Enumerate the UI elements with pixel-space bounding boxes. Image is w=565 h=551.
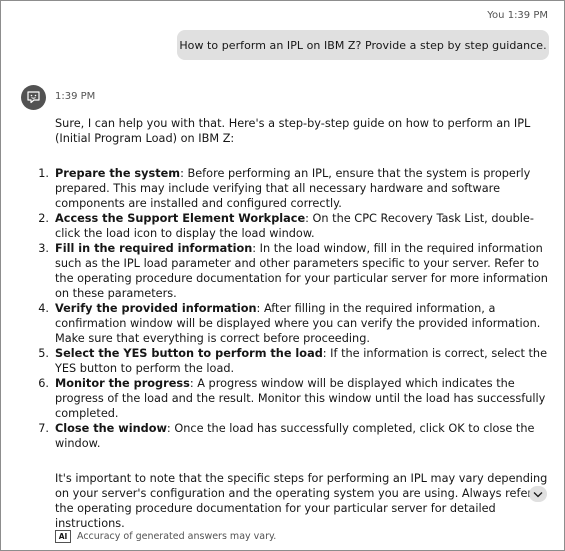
step-item: 6. Monitor the progress: A progress windo… [38, 376, 553, 421]
bot-message-time: 1:39 PM [55, 91, 96, 102]
step-item: 1. Prepare the system: Before performing … [38, 166, 553, 211]
disclaimer-text: Accuracy of generated answers may vary. [77, 531, 277, 542]
step-number: 7. [38, 422, 49, 435]
step-number: 4. [38, 302, 49, 315]
step-item: 5. Select the YES button to perform the l… [38, 346, 553, 376]
user-sender: You [487, 10, 505, 21]
step-number: 3. [38, 242, 49, 255]
step-item: 7. Close the window: Once the load has su… [38, 421, 553, 451]
answer-closing: It's important to note that the specific… [55, 472, 548, 530]
user-message-text: How to perform an IPL on IBM Z? Provide … [179, 38, 547, 52]
answer-intro: Sure, I can help you with that. Here's a… [55, 117, 531, 145]
user-message-meta: You 1:39 PM [487, 10, 548, 21]
disclaimer: AI Accuracy of generated answers may var… [55, 530, 276, 543]
step-item: 4. Verify the provided information: After… [38, 301, 553, 346]
step-number: 1. [38, 167, 49, 180]
scroll-down-button[interactable] [529, 486, 547, 502]
step-item: 2. Access the Support Element Workplace: … [38, 211, 553, 241]
step-title: Fill in the required information [55, 242, 253, 255]
step-title: Select the YES button to perform the loa… [55, 347, 323, 360]
step-number: 2. [38, 212, 49, 225]
steps-list: 1. Prepare the system: Before performing … [38, 166, 553, 451]
user-message-time: 1:39 PM [507, 10, 548, 21]
step-title: Prepare the system [55, 167, 181, 180]
step-title: Verify the provided information [55, 302, 257, 315]
step-item: 3. Fill in the required information: In t… [38, 241, 553, 301]
chevron-down-icon [533, 491, 543, 497]
step-number: 6. [38, 377, 49, 390]
step-number: 5. [38, 347, 49, 360]
chat-window: You 1:39 PM How to perform an IPL on IBM… [0, 0, 565, 551]
user-message-bubble: How to perform an IPL on IBM Z? Provide … [177, 30, 549, 60]
chat-bot-icon [21, 85, 46, 110]
ai-label-icon: AI [55, 530, 71, 543]
bot-answer: Sure, I can help you with that. Here's a… [38, 116, 553, 531]
step-title: Access the Support Element Workplace [55, 212, 306, 225]
step-title: Close the window [55, 422, 167, 435]
step-title: Monitor the progress [55, 377, 190, 390]
